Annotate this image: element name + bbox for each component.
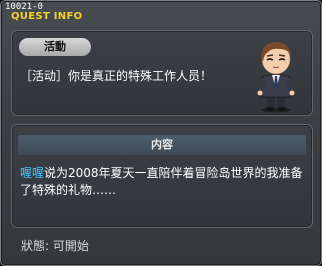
event-category-badge: 活動 xyxy=(19,38,91,56)
quest-summary-panel: 活動 ［活动］你是真正的特殊工作人员！ xyxy=(11,30,313,116)
quest-name: ［活动］你是真正的特殊工作人员！ xyxy=(20,69,213,83)
quest-content-panel: 内容 喔喔说为2008年夏天一直陪伴着冒险岛世界的我准备了特殊的礼物…… xyxy=(11,124,313,228)
npc-name-link: 喔喔 xyxy=(20,166,45,180)
window-title: QUEST INFO xyxy=(11,11,83,22)
npc-portrait-icon xyxy=(257,42,295,113)
content-header: 内容 xyxy=(18,135,306,155)
content-description: 说为2008年夏天一直陪伴着冒险岛世界的我准备了特殊的礼物…… xyxy=(20,166,303,197)
quest-info-window: 10021-0 QUEST INFO 活動 ［活动］你是真正的特殊工作人员！ 内… xyxy=(0,0,322,266)
quest-status: 狀態: 可開始 xyxy=(21,239,89,253)
content-text: 喔喔说为2008年夏天一直陪伴着冒险岛世界的我准备了特殊的礼物…… xyxy=(20,165,304,199)
